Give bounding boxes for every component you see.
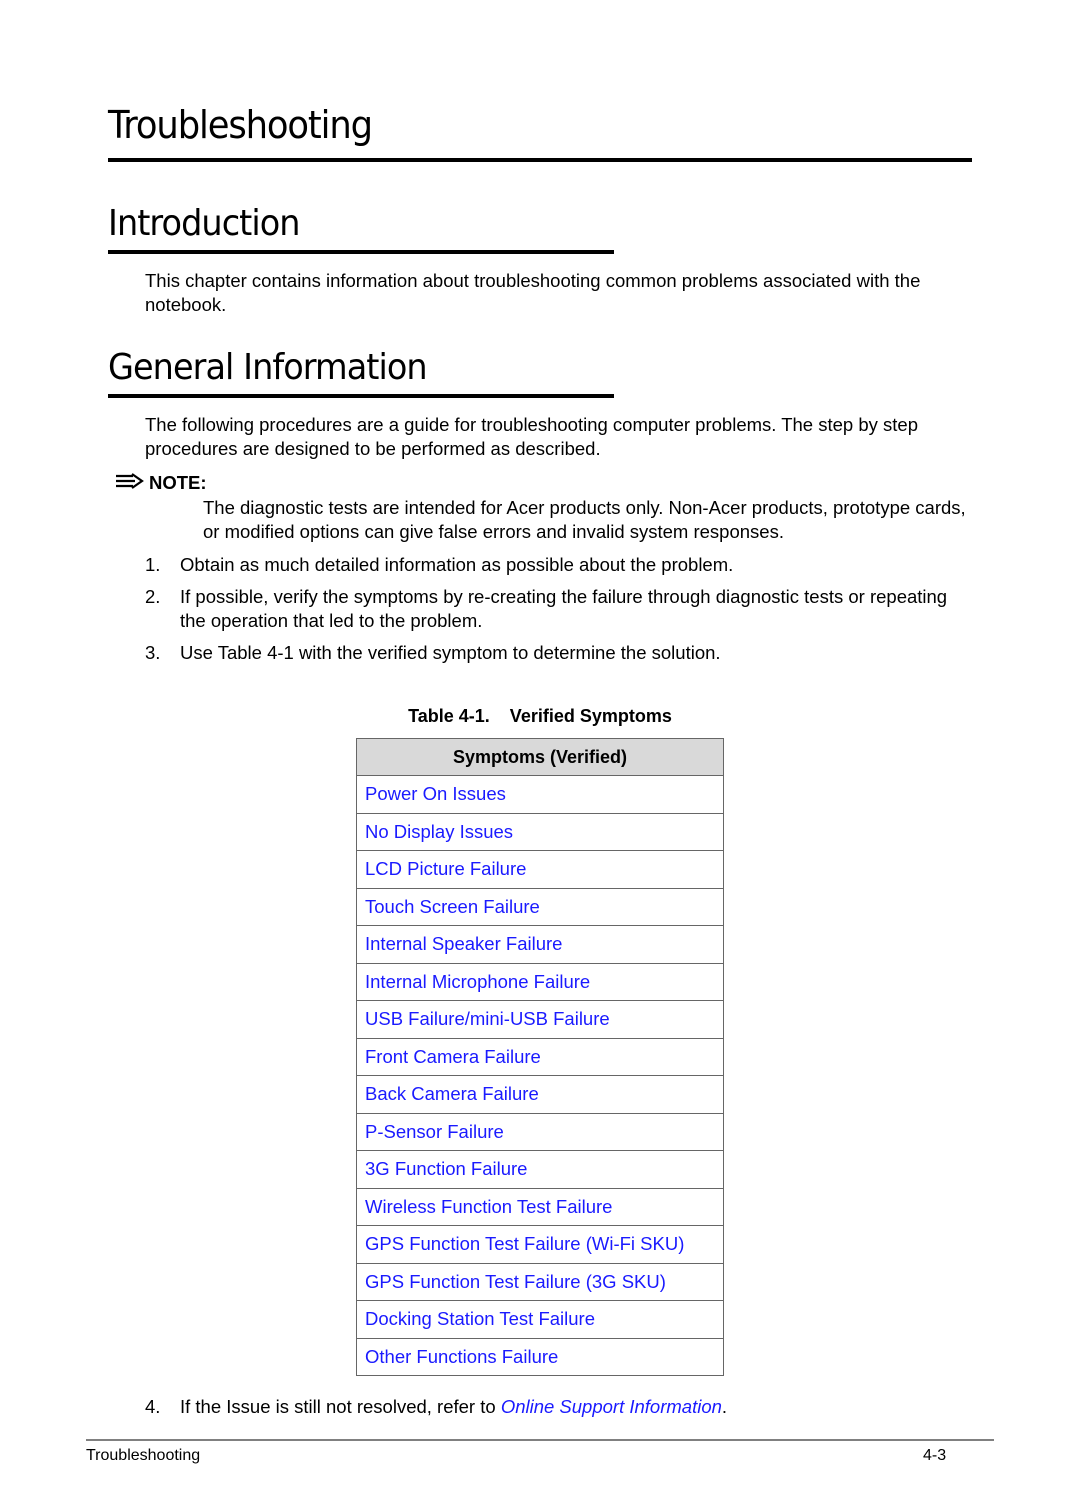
- arrow-right-icon: [115, 472, 145, 494]
- table-header-row: Symptoms (Verified): [356, 738, 724, 776]
- table-row: Internal Microphone Failure: [356, 962, 724, 1001]
- step-item: 1. Obtain as much detailed information a…: [145, 553, 975, 577]
- chapter-title: Troubleshooting: [108, 103, 373, 147]
- symptom-link[interactable]: Front Camera Failure: [365, 1046, 541, 1067]
- note-title: NOTE:: [149, 472, 207, 493]
- note-label: NOTE:: [115, 472, 207, 494]
- symptom-link[interactable]: Internal Speaker Failure: [365, 933, 562, 954]
- symptom-link[interactable]: GPS Function Test Failure (3G SKU): [365, 1271, 666, 1292]
- symptom-link[interactable]: Back Camera Failure: [365, 1083, 539, 1104]
- table-row: GPS Function Test Failure (Wi-Fi SKU): [356, 1225, 724, 1264]
- table-row: Docking Station Test Failure: [356, 1300, 724, 1339]
- table-row: P-Sensor Failure: [356, 1112, 724, 1151]
- symptom-link[interactable]: GPS Function Test Failure (Wi-Fi SKU): [365, 1233, 684, 1254]
- symptom-link[interactable]: No Display Issues: [365, 821, 513, 842]
- symptom-link[interactable]: LCD Picture Failure: [365, 858, 526, 879]
- step-number: 4.: [145, 1396, 161, 1417]
- introduction-body: This chapter contains information about …: [145, 270, 921, 315]
- step-number: 1.: [145, 554, 161, 575]
- table-row: GPS Function Test Failure (3G SKU): [356, 1262, 724, 1301]
- symptom-link[interactable]: Docking Station Test Failure: [365, 1308, 595, 1329]
- step-item: 3. Use Table 4-1 with the verified sympt…: [145, 641, 975, 665]
- symptom-link[interactable]: Wireless Function Test Failure: [365, 1196, 612, 1217]
- introduction-rule: [108, 250, 614, 254]
- step-item: 4. If the Issue is still not resolved, r…: [145, 1395, 975, 1419]
- table-row: Touch Screen Failure: [356, 887, 724, 926]
- table-row: Front Camera Failure: [356, 1037, 724, 1076]
- general-information-body: The following procedures are a guide for…: [145, 414, 918, 459]
- table-row: Internal Speaker Failure: [356, 925, 724, 964]
- table-row: Wireless Function Test Failure: [356, 1187, 724, 1226]
- step-text-after: .: [721, 1396, 728, 1417]
- table-caption: Table 4-1. Verified Symptoms: [408, 706, 672, 726]
- note-body: The diagnostic tests are intended for Ac…: [203, 497, 966, 542]
- table-row: No Display Issues: [356, 812, 724, 851]
- symptom-link[interactable]: Power On Issues: [365, 783, 506, 804]
- table-row: Power On Issues: [356, 775, 724, 814]
- step-text-before: If the Issue is still not resolved, refe…: [180, 1396, 501, 1417]
- introduction-heading: Introduction: [108, 203, 301, 244]
- verified-symptoms-table: Symptoms (Verified) Power On Issues No D…: [356, 738, 724, 1376]
- footer-page-number: 4-3: [923, 1447, 947, 1464]
- table-row: 3G Function Failure: [356, 1150, 724, 1189]
- table-row: LCD Picture Failure: [356, 850, 724, 889]
- footer-section-title: Troubleshooting: [86, 1447, 201, 1464]
- table-row: USB Failure/mini-USB Failure: [356, 1000, 724, 1039]
- symptom-link[interactable]: USB Failure/mini-USB Failure: [365, 1008, 610, 1029]
- general-information-rule: [108, 394, 614, 398]
- step-text: If the Issue is still not resolved, refe…: [180, 1395, 727, 1419]
- symptom-link[interactable]: Touch Screen Failure: [365, 896, 540, 917]
- chapter-title-rule: [108, 158, 972, 162]
- step-number: 2.: [145, 586, 161, 607]
- symptom-link[interactable]: Internal Microphone Failure: [365, 971, 590, 992]
- step-text: Obtain as much detailed information as p…: [180, 554, 734, 575]
- table-row: Back Camera Failure: [356, 1075, 724, 1114]
- footer-rule: [86, 1439, 994, 1441]
- symptom-link[interactable]: 3G Function Failure: [365, 1158, 527, 1179]
- step-text: Use Table 4-1 with the verified symptom …: [180, 642, 721, 663]
- table-header-symptoms: Symptoms (Verified): [356, 738, 724, 776]
- symptom-link[interactable]: P-Sensor Failure: [365, 1121, 504, 1142]
- step-item: 2. If possible, verify the symptoms by r…: [145, 585, 975, 633]
- online-support-link[interactable]: Online Support Information: [501, 1396, 722, 1417]
- step-number: 3.: [145, 642, 161, 663]
- step-text: If possible, verify the symptoms by re-c…: [180, 586, 948, 631]
- symptom-link[interactable]: Other Functions Failure: [365, 1346, 558, 1367]
- table-row: Other Functions Failure: [356, 1337, 724, 1376]
- general-information-heading: General Information: [108, 347, 428, 388]
